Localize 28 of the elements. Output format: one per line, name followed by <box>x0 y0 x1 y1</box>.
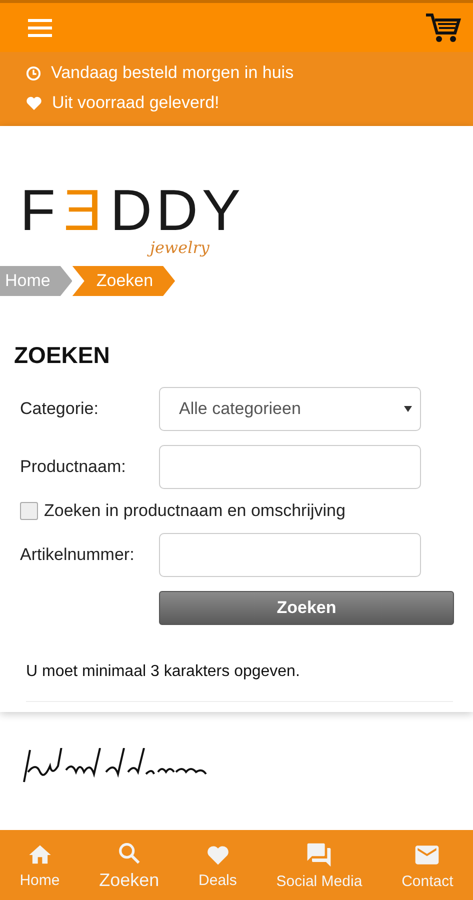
clock-icon <box>26 66 41 80</box>
checkbox[interactable] <box>20 502 38 520</box>
search-button[interactable]: Zoeken <box>159 591 454 625</box>
breadcrumb-link[interactable]: Zoeken <box>72 266 176 296</box>
logo-letters: Ǝ <box>63 182 106 240</box>
field-label: Categorie: <box>20 399 100 419</box>
validation-message: U moet minimaal 3 karakters opgeven. <box>26 663 453 702</box>
field-label: Artikelnummer: <box>20 545 136 565</box>
menu-icon[interactable] <box>28 18 52 36</box>
nav-tab[interactable]: Deals <box>198 842 237 888</box>
input-field[interactable] <box>159 533 421 577</box>
chat-icon <box>305 840 334 868</box>
input-field[interactable] <box>159 445 421 489</box>
logo-letters: F <box>20 182 60 240</box>
breadcrumb-link[interactable]: Home <box>0 266 72 296</box>
logo-letters: DDY <box>110 182 245 240</box>
checkbox-label: Zoeken in productnaam en omschrijving <box>44 501 346 521</box>
nav-tab[interactable]: Zoeken <box>99 840 160 890</box>
nav-tab[interactable]: Social Media <box>276 840 362 890</box>
usp-text: Uit voorraad geleverd! <box>52 93 220 113</box>
heart-icon <box>26 96 42 110</box>
nav-tab[interactable]: Contact <box>402 840 454 890</box>
page-title: ZOEKEN <box>14 342 111 369</box>
usp-text: Vandaag besteld morgen in huis <box>51 63 294 83</box>
nav-tab[interactable]: Home <box>20 842 60 888</box>
field-label: Productnaam: <box>20 457 127 477</box>
cart-icon[interactable] <box>425 12 461 44</box>
category-dropdown[interactable]: Alle categorieen <box>159 387 421 431</box>
